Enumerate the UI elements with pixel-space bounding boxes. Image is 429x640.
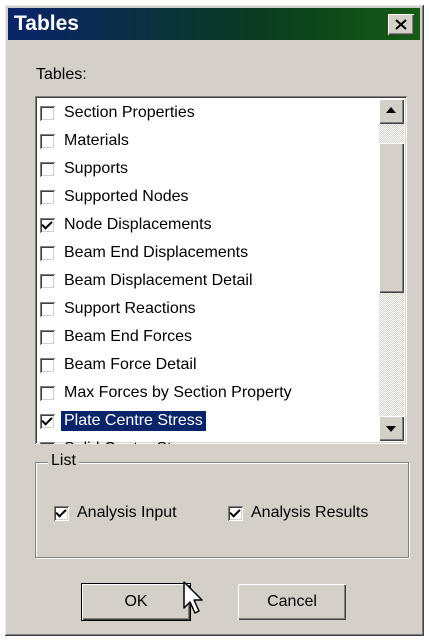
dialog-title: Tables bbox=[14, 12, 79, 35]
analysis-input-checkbox[interactable] bbox=[54, 505, 69, 521]
table-item-label: Supported Nodes bbox=[64, 188, 189, 205]
table-list-item[interactable]: Beam Displacement Detail bbox=[38, 267, 378, 295]
analysis-results-label: Analysis Results bbox=[251, 504, 369, 521]
table-item-checkbox[interactable] bbox=[40, 161, 55, 177]
close-button[interactable] bbox=[388, 14, 414, 35]
tables-listbox[interactable]: Section Properties Materials Supports Suppo… bbox=[35, 96, 407, 444]
table-list-item[interactable]: Solid Centre Stress bbox=[38, 435, 378, 444]
table-item-label: Solid Centre Stress bbox=[61, 439, 205, 444]
mouse-pointer-icon bbox=[183, 581, 203, 614]
table-item-checkbox[interactable] bbox=[40, 357, 55, 373]
table-item-checkbox[interactable] bbox=[40, 189, 55, 205]
table-item-label: Support Reactions bbox=[64, 300, 196, 317]
table-item-checkbox[interactable] bbox=[40, 385, 55, 401]
table-item-label: Max Forces by Section Property bbox=[64, 384, 292, 401]
table-item-label: Beam End Forces bbox=[64, 328, 193, 345]
table-item-checkbox[interactable] bbox=[40, 329, 55, 345]
table-list-item[interactable]: Beam Force Detail bbox=[38, 351, 378, 379]
table-list-item[interactable]: Support Reactions bbox=[38, 295, 378, 323]
table-list-item[interactable]: Beam End Forces bbox=[38, 323, 378, 351]
table-list-item[interactable]: Plate Centre Stress bbox=[38, 407, 378, 435]
analysis-results-checkbox[interactable] bbox=[228, 505, 243, 521]
scroll-down-button[interactable] bbox=[379, 416, 404, 441]
table-list-item[interactable]: Supported Nodes bbox=[38, 183, 378, 211]
table-list-item[interactable]: Materials bbox=[38, 127, 378, 155]
title-bar[interactable]: Tables bbox=[8, 8, 420, 40]
table-item-label: Beam Displacement Detail bbox=[64, 272, 253, 289]
table-item-label: Beam End Displacements bbox=[64, 244, 249, 261]
scroll-up-button[interactable] bbox=[379, 99, 404, 124]
table-list-item[interactable]: Node Displacements bbox=[38, 211, 378, 239]
close-icon bbox=[395, 19, 407, 30]
list-groupbox: List Analysis Input Analysis Results bbox=[35, 452, 409, 558]
table-item-label: Plate Centre Stress bbox=[60, 410, 207, 432]
table-item-checkbox[interactable] bbox=[40, 245, 55, 261]
table-item-checkbox[interactable] bbox=[40, 413, 55, 429]
tables-label: Tables: bbox=[36, 66, 87, 83]
scroll-thumb[interactable] bbox=[379, 143, 404, 293]
table-item-label: Materials bbox=[64, 132, 129, 149]
tables-dialog: Tables Tables: Section Properties Materia… bbox=[4, 4, 424, 636]
vertical-scrollbar[interactable] bbox=[379, 99, 404, 441]
table-item-checkbox[interactable] bbox=[40, 441, 55, 444]
table-list-item[interactable]: Section Properties bbox=[38, 99, 378, 127]
table-item-checkbox[interactable] bbox=[40, 217, 55, 233]
table-item-checkbox[interactable] bbox=[40, 301, 55, 317]
table-list-item[interactable]: Beam End Displacements bbox=[38, 239, 378, 267]
table-list-item[interactable]: Max Forces by Section Property bbox=[38, 379, 378, 407]
table-item-label: Section Properties bbox=[64, 104, 195, 121]
analysis-input-label: Analysis Input bbox=[77, 504, 177, 521]
analysis-results-checkbox-row[interactable]: Analysis Results bbox=[228, 504, 368, 522]
list-group-title: List bbox=[48, 452, 79, 470]
ok-button[interactable]: OK bbox=[81, 583, 191, 621]
cancel-button[interactable]: Cancel bbox=[238, 584, 346, 620]
table-item-label: Supports bbox=[64, 160, 129, 177]
table-item-checkbox[interactable] bbox=[40, 273, 55, 289]
table-item-label: Beam Force Detail bbox=[64, 356, 197, 373]
table-list-item[interactable]: Supports bbox=[38, 155, 378, 183]
table-item-label: Node Displacements bbox=[64, 216, 212, 233]
tables-list: Section Properties Materials Supports Suppo… bbox=[38, 99, 378, 444]
analysis-input-checkbox-row[interactable]: Analysis Input bbox=[54, 504, 177, 522]
table-item-checkbox[interactable] bbox=[40, 105, 55, 121]
table-item-checkbox[interactable] bbox=[40, 133, 55, 149]
